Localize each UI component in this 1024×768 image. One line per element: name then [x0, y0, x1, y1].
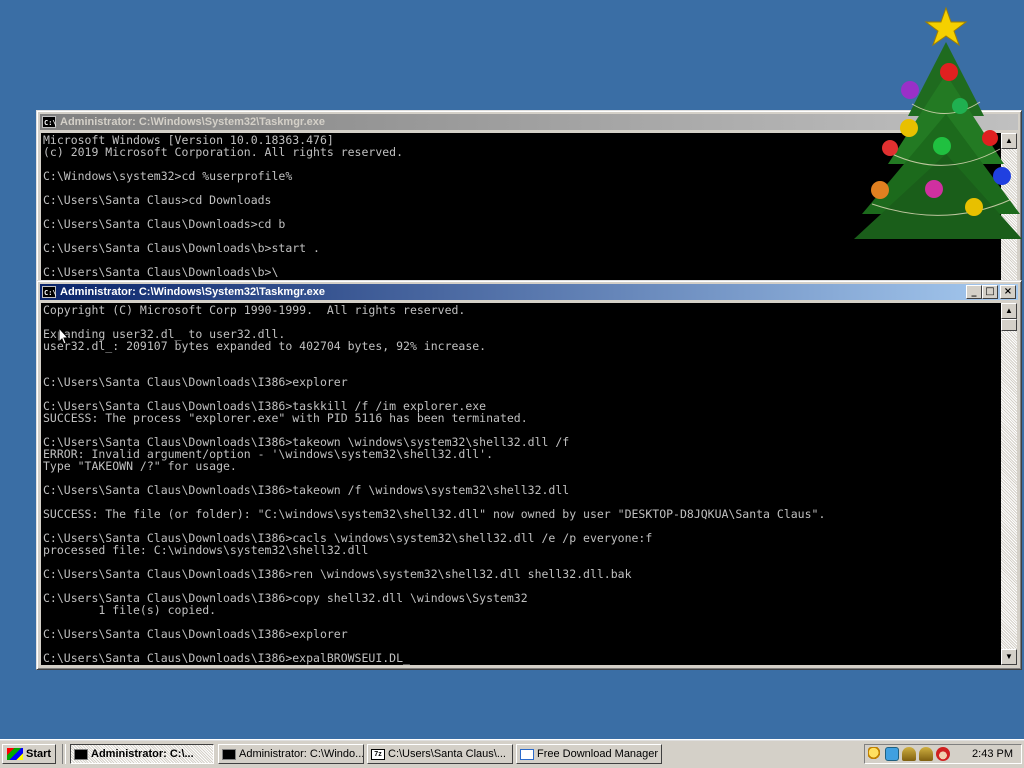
taskbar-button-console-1[interactable]: Administrator: C:\... [70, 744, 214, 764]
taskbar-separator [62, 744, 66, 764]
start-label: Start [26, 748, 52, 760]
christmas-tree-icon [854, 6, 1022, 239]
clock[interactable]: 2:43 PM [972, 748, 1013, 760]
close-button[interactable]: × [1000, 285, 1016, 299]
scroll-thumb[interactable] [1001, 319, 1017, 331]
console-output[interactable]: Copyright (C) Microsoft Corp 1990-1999. … [41, 303, 1001, 665]
bell-icon[interactable] [919, 747, 933, 761]
scroll-down-arrow-icon[interactable]: ▼ [1001, 649, 1017, 665]
7zip-icon: 7z [371, 748, 385, 760]
bell-icon[interactable] [902, 747, 916, 761]
maximize-button[interactable]: □ [982, 285, 998, 299]
taskbar-button-console-2[interactable]: Administrator: C:\Windo... [218, 744, 364, 764]
mouse-cursor-icon [58, 327, 70, 345]
download-manager-icon [520, 748, 534, 760]
window-title: Administrator: C:\Windows\System32\Taskm… [60, 116, 325, 128]
taskbar-button-7zip[interactable]: 7z C:\Users\Santa Claus\... [367, 744, 513, 764]
taskbar: Start Administrator: C:\... Administrato… [0, 739, 1024, 768]
title-bar[interactable]: C:\ Administrator: C:\Windows\System32\T… [40, 284, 1018, 300]
scroll-up-arrow-icon[interactable]: ▲ [1001, 303, 1017, 319]
search-icon[interactable] [868, 747, 882, 761]
task-label: Administrator: C:\Windo... [239, 748, 364, 760]
task-label: C:\Users\Santa Claus\... [388, 748, 506, 760]
task-label: Free Download Manager [537, 748, 659, 760]
windows-logo-icon [7, 748, 23, 760]
santa-icon[interactable] [936, 747, 950, 761]
console-icon: C:\ [42, 116, 57, 128]
network-icon[interactable] [885, 747, 899, 761]
taskbar-button-fdm[interactable]: Free Download Manager [516, 744, 662, 764]
console-window-front[interactable]: C:\ Administrator: C:\Windows\System32\T… [36, 280, 1022, 670]
minimize-button[interactable]: _ [966, 285, 982, 299]
console-icon: C:\ [42, 286, 57, 298]
vertical-scrollbar[interactable]: ▲ ▼ [1001, 303, 1017, 665]
console-icon [222, 748, 236, 760]
window-title: Administrator: C:\Windows\System32\Taskm… [60, 286, 325, 298]
system-tray: 2:43 PM [864, 744, 1022, 764]
task-label: Administrator: C:\... [91, 748, 194, 760]
start-button[interactable]: Start [2, 744, 56, 764]
console-icon [74, 748, 88, 760]
